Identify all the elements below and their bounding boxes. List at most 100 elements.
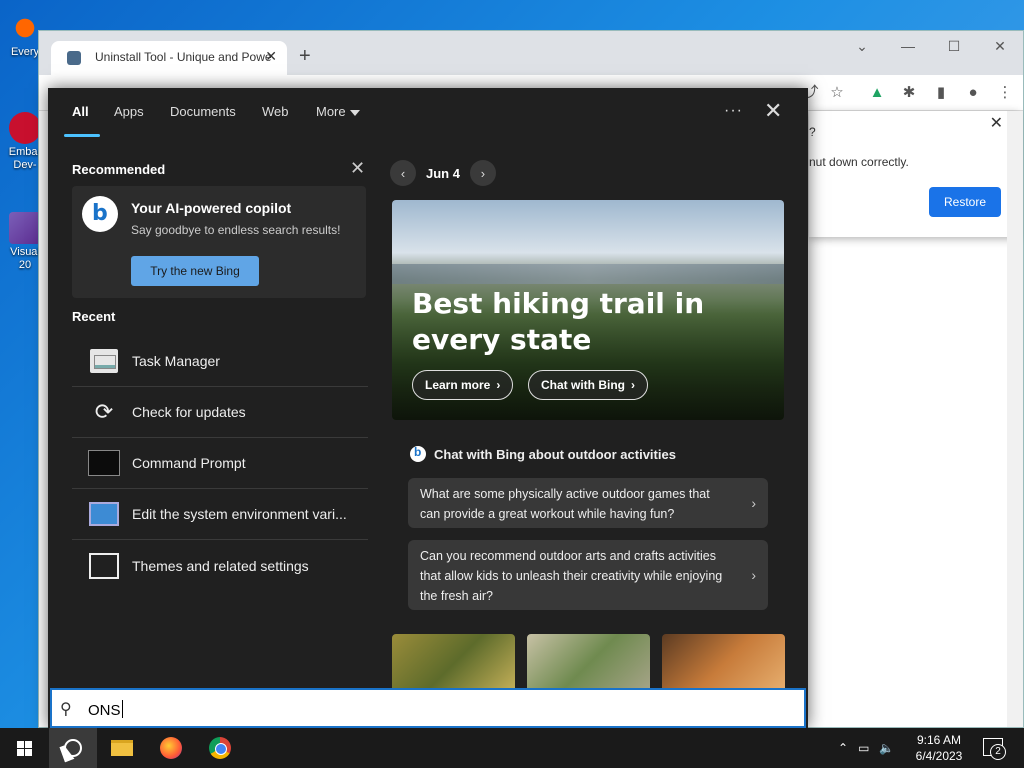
- file-explorer-button[interactable]: [98, 728, 146, 768]
- uninstall-tool-favicon-icon: [67, 51, 81, 65]
- hero-image-mountains: [392, 264, 784, 284]
- profile-icon[interactable]: ●: [963, 83, 983, 103]
- recent-item-environment-variables[interactable]: Edit the system environment vari...: [72, 489, 368, 540]
- visual-studio-icon: [9, 212, 41, 244]
- minimize-icon[interactable]: —: [885, 31, 931, 61]
- chevron-down-icon: [349, 109, 360, 116]
- chrome-taskbar-button[interactable]: [196, 728, 244, 768]
- close-tab-icon[interactable]: ✕: [265, 48, 277, 65]
- search-icon: ⚲: [60, 701, 72, 718]
- firefox-icon: [160, 737, 182, 759]
- file-explorer-icon: [111, 740, 133, 756]
- chrome-tab[interactable]: Uninstall Tool - Unique and Powe ✕: [51, 41, 287, 75]
- system-properties-icon: [86, 497, 122, 531]
- chat-heading: Chat with Bing about outdoor activities: [410, 445, 676, 462]
- recent-item-label: Themes and related settings: [132, 557, 309, 574]
- date-navigator: ‹ Jun 4 ›: [390, 160, 496, 186]
- bing-small-icon: [410, 445, 426, 462]
- tab-all[interactable]: All: [72, 104, 89, 119]
- themes-icon: [86, 549, 122, 583]
- task-manager-icon: [86, 344, 122, 378]
- tab-documents[interactable]: Documents: [170, 104, 236, 119]
- hero-card[interactable]: Best hiking trail in every state Learn m…: [392, 200, 784, 420]
- thumbnail-3[interactable]: [662, 634, 785, 688]
- copilot-heading: Your AI-powered copilot: [131, 200, 292, 216]
- restore-button[interactable]: Restore: [929, 187, 1001, 217]
- clock[interactable]: 9:16 AM 6/4/2023: [905, 732, 973, 764]
- recent-item-label: Edit the system environment vari...: [132, 506, 347, 522]
- page-scrollbar[interactable]: [1007, 111, 1023, 727]
- recommended-heading: Recommended: [72, 162, 166, 177]
- search-box[interactable]: ⚲ ONS: [50, 688, 806, 728]
- more-options-icon[interactable]: ···: [724, 102, 743, 120]
- recent-item-task-manager[interactable]: Task Manager: [72, 336, 368, 387]
- search-taskbar-button[interactable]: [49, 728, 97, 768]
- recent-list: Task Manager ⟳ Check for updates Command…: [72, 336, 368, 591]
- tab-more[interactable]: More: [316, 104, 360, 119]
- question-text: What are some physically active outdoor …: [420, 487, 710, 521]
- chevron-right-icon: ›: [751, 567, 756, 583]
- new-tab-button[interactable]: +: [299, 45, 311, 68]
- recent-heading: Recent: [72, 309, 116, 324]
- desktop-icon-label: Visual 20: [10, 246, 40, 271]
- previous-day-icon[interactable]: ‹: [390, 160, 416, 186]
- search-tabs: All Apps Documents Web More ··· ✕: [48, 88, 808, 138]
- tab-web[interactable]: Web: [262, 104, 289, 119]
- suggested-question-2[interactable]: Can you recommend outdoor arts and craft…: [408, 540, 768, 610]
- clock-date: 6/4/2023: [915, 749, 963, 763]
- tab-apps[interactable]: Apps: [114, 104, 144, 119]
- dismiss-recommended-icon[interactable]: ✕: [350, 158, 365, 179]
- tab-more-label: More: [316, 104, 346, 119]
- side-panel-icon[interactable]: ▮: [931, 83, 951, 103]
- command-prompt-icon: [86, 446, 122, 480]
- recent-item-themes[interactable]: Themes and related settings: [72, 540, 368, 591]
- search-input[interactable]: ONS: [88, 700, 123, 719]
- windows-logo-icon: [16, 740, 32, 756]
- close-icon[interactable]: ✕: [764, 98, 782, 124]
- window-controls: ⌄ — ☐ ✕: [839, 31, 1023, 61]
- maximize-icon[interactable]: ☐: [931, 31, 977, 61]
- chrome-icon: [209, 737, 231, 759]
- tab-search-icon[interactable]: ⌄: [839, 31, 885, 61]
- firefox-button[interactable]: [147, 728, 195, 768]
- menu-dots-icon[interactable]: ⋮: [995, 83, 1015, 103]
- next-day-icon[interactable]: ›: [469, 160, 496, 186]
- suggested-question-1[interactable]: What are some physically active outdoor …: [408, 478, 768, 528]
- network-icon[interactable]: ▭: [858, 741, 869, 755]
- chevron-right-icon: ›: [631, 378, 635, 392]
- recent-item-check-for-updates[interactable]: ⟳ Check for updates: [72, 387, 368, 438]
- thumbnail-2[interactable]: [527, 634, 650, 688]
- question-text: Can you recommend outdoor arts and craft…: [420, 549, 723, 603]
- recent-item-label: Check for updates: [132, 404, 246, 420]
- refresh-icon: ⟳: [94, 399, 114, 424]
- desktop-icon-label: Every: [10, 46, 40, 58]
- chat-with-bing-button[interactable]: Chat with Bing ›: [528, 370, 648, 400]
- close-window-icon[interactable]: ✕: [977, 31, 1023, 61]
- recent-item-label: Task Manager: [132, 353, 220, 369]
- system-tray: ⌃ ▭ 🔈: [838, 728, 894, 768]
- notification-count: 2: [990, 744, 1006, 760]
- learn-more-button[interactable]: Learn more ›: [412, 370, 514, 400]
- recent-item-command-prompt[interactable]: Command Prompt: [72, 438, 368, 489]
- search-panel: All Apps Documents Web More ··· ✕ Recomm…: [48, 88, 808, 728]
- chrome-titlebar: Uninstall Tool - Unique and Powe ✕ + ⌄ —…: [39, 31, 1023, 75]
- embarcadero-icon: [9, 112, 41, 144]
- copilot-subtitle: Say goodbye to endless search results!: [131, 223, 341, 237]
- bookmark-star-icon[interactable]: ☆: [827, 83, 847, 103]
- clock-time: 9:16 AM: [916, 733, 962, 747]
- volume-muted-icon[interactable]: 🔈: [879, 741, 894, 755]
- date-label: Jun 4: [426, 165, 460, 181]
- close-popup-icon[interactable]: ✕: [990, 113, 1003, 133]
- google-drive-icon[interactable]: ▲: [867, 83, 887, 103]
- chrome-tab-title: Uninstall Tool - Unique and Powe: [95, 50, 272, 64]
- bing-logo-icon: b: [82, 196, 118, 232]
- show-hidden-icons-icon[interactable]: ⌃: [838, 741, 848, 755]
- extensions-icon[interactable]: ✱: [899, 83, 919, 103]
- copilot-card: b Your AI-powered copilot Say goodbye to…: [72, 186, 366, 298]
- restore-message: nut down correctly.: [809, 155, 909, 169]
- try-new-bing-button[interactable]: Try the new Bing: [131, 256, 259, 286]
- chat-with-bing-label: Chat with Bing: [541, 378, 625, 392]
- thumbnail-1[interactable]: [392, 634, 515, 688]
- start-button[interactable]: [0, 728, 48, 768]
- learn-more-label: Learn more: [425, 378, 491, 392]
